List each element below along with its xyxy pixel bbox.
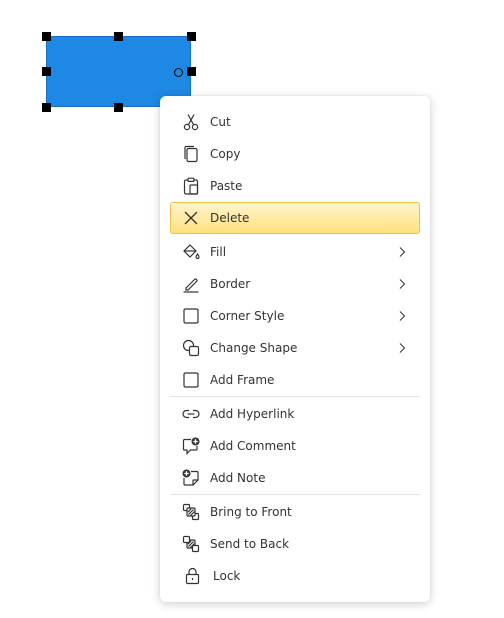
resize-handle-middle-right[interactable] (187, 67, 196, 76)
link-icon (182, 405, 200, 423)
menu-item-label: Cut (210, 115, 231, 129)
note-add-icon (182, 469, 200, 487)
menu-item-label: Corner Style (210, 309, 285, 323)
menu-item-send-to-back[interactable]: Send to Back (170, 528, 420, 560)
menu-item-paste[interactable]: Paste (170, 170, 420, 202)
comment-add-icon (182, 437, 200, 455)
menu-item-label: Border (210, 277, 251, 291)
menu-item-label: Fill (210, 245, 227, 259)
canvas[interactable]: Cut Copy Paste Delete Fill Border Corner… (0, 0, 504, 618)
menu-item-label: Add Hyperlink (210, 407, 295, 421)
menu-item-label: Send to Back (210, 537, 290, 551)
chevron-right-icon (398, 278, 406, 290)
square-icon (182, 307, 200, 325)
menu-item-label: Change Shape (210, 341, 298, 355)
resize-handle-bottom-left[interactable] (42, 103, 51, 112)
menu-item-delete[interactable]: Delete (170, 202, 420, 234)
menu-item-copy[interactable]: Copy (170, 138, 420, 170)
chevron-right-icon (398, 310, 406, 322)
menu-item-label: Bring to Front (210, 505, 292, 519)
menu-item-add-comment[interactable]: Add Comment (170, 430, 420, 462)
menu-separator (170, 396, 420, 397)
paste-icon (182, 177, 200, 195)
menu-item-corner-style[interactable]: Corner Style (170, 300, 420, 332)
lock-icon (184, 567, 202, 585)
resize-handle-top-left[interactable] (42, 32, 51, 41)
resize-handle-top-right[interactable] (187, 32, 196, 41)
menu-item-add-hyperlink[interactable]: Add Hyperlink (170, 398, 420, 430)
chevron-right-icon (398, 342, 406, 354)
menu-item-label: Add Comment (210, 439, 296, 453)
close-icon (182, 209, 200, 227)
resize-handle-bottom-middle[interactable] (114, 103, 123, 112)
menu-item-lock[interactable]: Lock (170, 560, 420, 592)
paint-bucket-icon (182, 243, 200, 261)
copy-icon (182, 145, 200, 163)
shapes-icon (182, 339, 200, 357)
send-to-back-icon (182, 535, 200, 553)
rotate-handle[interactable] (174, 68, 183, 77)
resize-handle-top-middle[interactable] (114, 32, 123, 41)
context-menu: Cut Copy Paste Delete Fill Border Corner… (160, 96, 430, 602)
menu-item-add-frame[interactable]: Add Frame (170, 364, 420, 396)
menu-item-change-shape[interactable]: Change Shape (170, 332, 420, 364)
bring-to-front-icon (182, 503, 200, 521)
menu-item-add-note[interactable]: Add Note (170, 462, 420, 494)
menu-item-border[interactable]: Border (170, 268, 420, 300)
menu-item-label: Add Frame (210, 373, 275, 387)
pen-icon (182, 275, 200, 293)
menu-item-label: Delete (210, 211, 250, 225)
chevron-right-icon (398, 246, 406, 258)
menu-item-label: Lock (213, 569, 241, 583)
menu-separator (170, 494, 420, 495)
frame-icon (182, 371, 200, 389)
menu-item-label: Add Note (210, 471, 266, 485)
menu-item-cut[interactable]: Cut (170, 106, 420, 138)
menu-item-fill[interactable]: Fill (170, 236, 420, 268)
scissors-icon (182, 113, 200, 131)
resize-handle-middle-left[interactable] (42, 67, 51, 76)
menu-item-bring-to-front[interactable]: Bring to Front (170, 496, 420, 528)
menu-item-label: Copy (210, 147, 241, 161)
menu-item-label: Paste (210, 179, 243, 193)
